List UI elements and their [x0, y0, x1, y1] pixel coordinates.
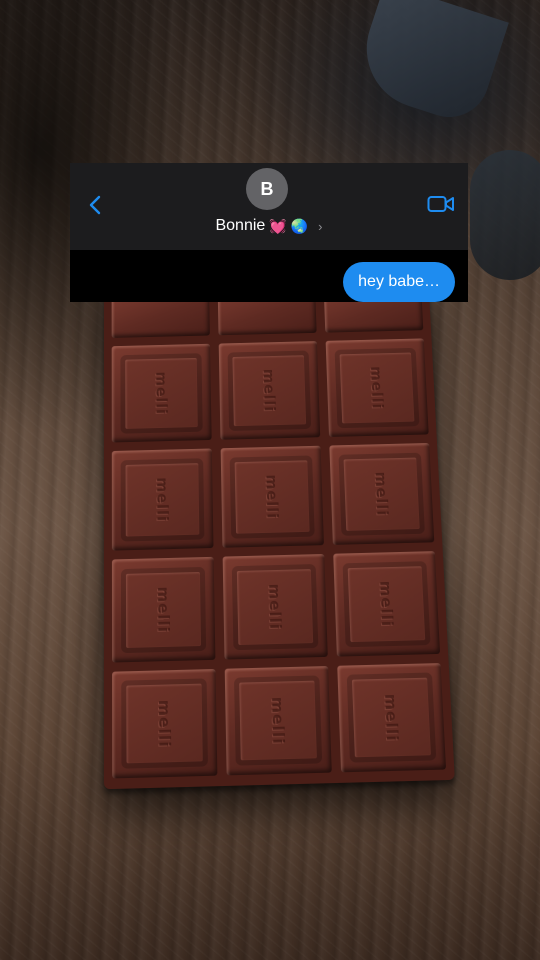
chat-header: B Bonnie 💓 🌏 ›	[70, 163, 468, 250]
chevron-left-icon	[89, 195, 101, 215]
chocolate-embossing: melli	[154, 586, 173, 633]
chocolate-piece: melli	[218, 341, 321, 440]
globe-emoji: 🌏	[290, 217, 309, 234]
heart-emoji: 💓	[269, 217, 287, 234]
gloved-hand	[470, 150, 540, 280]
chocolate-bar: melli melli melli melli melli melli mell…	[103, 282, 455, 790]
chocolate-piece: melli	[329, 443, 435, 546]
contact-name-button[interactable]: Bonnie 💓 🌏 ›	[70, 215, 468, 237]
chocolate-piece: melli	[220, 445, 324, 548]
chocolate-embossing: melli	[153, 476, 172, 522]
chocolate-piece: melli	[337, 663, 447, 773]
chocolate-embossing: melli	[268, 696, 288, 745]
chocolate-piece: melli	[111, 448, 214, 551]
chocolate-piece: melli	[112, 669, 218, 779]
chevron-right-icon: ›	[318, 218, 323, 234]
chocolate-piece: melli	[222, 554, 328, 660]
chocolate-embossing: melli	[376, 580, 397, 627]
chocolate-embossing: melli	[265, 583, 285, 630]
chocolate-embossing: melli	[371, 471, 392, 517]
chocolate-piece: melli	[111, 344, 212, 443]
avatar[interactable]: B	[246, 168, 288, 210]
chocolate-piece: melli	[325, 338, 429, 438]
video-call-button[interactable]	[427, 194, 455, 214]
chocolate-embossing: melli	[381, 693, 402, 742]
chocolate-embossing: melli	[152, 371, 171, 415]
contact-name: Bonnie	[215, 217, 266, 234]
chocolate-embossing: melli	[154, 699, 174, 748]
chocolate-piece: melli	[111, 556, 216, 663]
chocolate-embossing: melli	[367, 365, 387, 410]
chocolate-piece: melli	[224, 666, 332, 776]
back-button[interactable]	[84, 193, 106, 217]
avatar-initial: B	[260, 178, 274, 199]
video-camera-icon	[427, 196, 454, 212]
chocolate-embossing: melli	[262, 474, 282, 520]
sent-message-bubble[interactable]: hey babe…	[343, 262, 455, 302]
chocolate-piece: melli	[333, 551, 441, 657]
chocolate-embossing: melli	[259, 368, 279, 413]
chat-overlay: B Bonnie 💓 🌏 › hey babe…	[70, 163, 468, 302]
message-text: hey babe…	[358, 273, 440, 290]
